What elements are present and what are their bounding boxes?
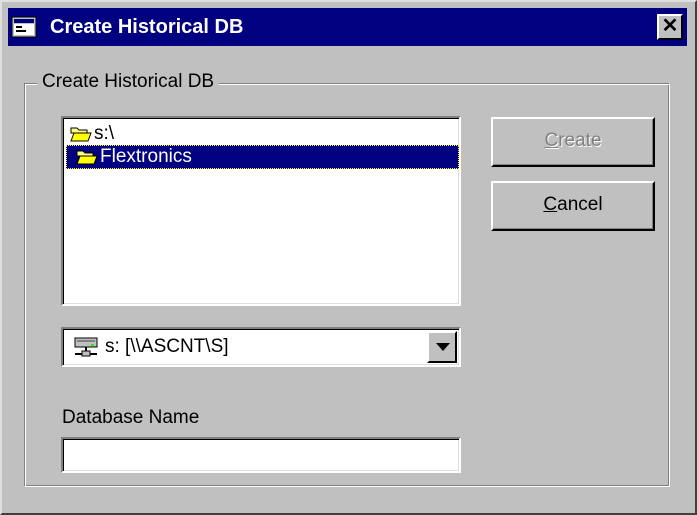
close-button[interactable]: ✕ [657, 14, 683, 40]
cancel-button-label: ancel [557, 194, 602, 215]
chevron-down-icon [436, 343, 450, 351]
drive-select[interactable]: s: [\\ASCNT\S] [61, 327, 461, 367]
group-box-label: Create Historical DB [37, 70, 219, 94]
database-name-input[interactable] [61, 437, 461, 473]
create-button-mnemonic: C [544, 130, 558, 151]
window-title: Create Historical DB [50, 14, 243, 40]
tree-item-label: s:\ [94, 122, 114, 146]
cancel-button-mnemonic: C [543, 194, 557, 215]
close-icon: ✕ [662, 15, 679, 37]
open-folder-icon [70, 125, 92, 143]
title-bar[interactable]: Create Historical DB ✕ [8, 8, 687, 46]
folder-tree-listbox[interactable]: s:\ Flextronics [61, 116, 461, 306]
tree-item-flextronics[interactable]: Flextronics [66, 145, 459, 169]
tree-item-root[interactable]: s:\ [70, 122, 220, 146]
open-folder-icon [76, 148, 98, 166]
app-window-icon [11, 16, 37, 38]
drive-select-value: s: [\\ASCNT\S] [105, 334, 229, 360]
drive-select-dropdown-button[interactable] [427, 331, 457, 363]
database-name-label: Database Name [62, 406, 199, 430]
create-button[interactable]: Create [491, 117, 655, 167]
cancel-button[interactable]: Cancel [491, 181, 655, 231]
network-drive-icon [73, 335, 99, 359]
tree-item-label: Flextronics [100, 145, 192, 169]
create-button-label: reate [558, 130, 601, 151]
